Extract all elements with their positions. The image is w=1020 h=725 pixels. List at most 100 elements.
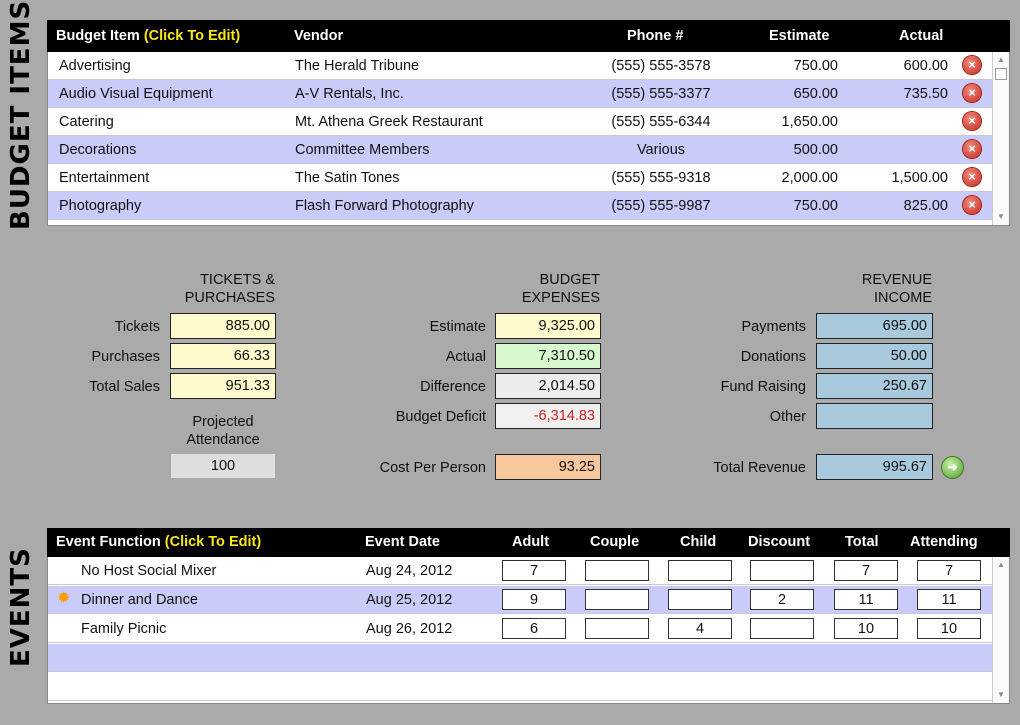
budget-item-name: Decorations xyxy=(59,142,137,158)
actual-field[interactable]: 7,310.50 xyxy=(495,343,601,369)
event-couple-field[interactable] xyxy=(585,589,649,610)
expenses-heading: BUDGET EXPENSES xyxy=(521,272,600,306)
budget-estimate: 1,650.00 xyxy=(781,114,838,130)
event-function-name: No Host Social Mixer xyxy=(81,563,217,579)
donations-field[interactable]: 50.00 xyxy=(816,343,933,369)
budget-items-panel: Budget Item (Click To Edit) Vendor Phone… xyxy=(47,20,1010,226)
other-field[interactable] xyxy=(816,403,933,429)
scroll-down-icon[interactable]: ▼ xyxy=(993,211,1009,223)
event-total-field[interactable]: 7 xyxy=(834,560,898,581)
budget-estimate: 750.00 xyxy=(793,198,838,214)
event-adult-field[interactable]: 7 xyxy=(502,560,566,581)
budget-row[interactable]: Photography Flash Forward Photography (555… xyxy=(48,192,992,220)
actual-header: Actual xyxy=(899,28,944,44)
purchases-field[interactable]: 66.33 xyxy=(170,343,276,369)
event-total-field[interactable]: 10 xyxy=(834,618,898,639)
budget-header: Budget Item (Click To Edit) Vendor Phone… xyxy=(47,20,1010,52)
click-to-edit-hint: (Click To Edit) xyxy=(143,28,241,44)
event-date: Aug 24, 2012 xyxy=(366,563,453,579)
purchases-label: Purchases xyxy=(91,349,160,365)
event-adult-field[interactable]: 9 xyxy=(502,589,566,610)
budget-row[interactable]: Audio Visual Equipment A-V Rentals, Inc. (… xyxy=(48,80,992,108)
events-scrollbar[interactable]: ▲ ▼ xyxy=(992,557,1009,703)
budget-items-list: Advertising The Herald Tribune (555) 555-3… xyxy=(47,52,1010,226)
budget-vendor: Flash Forward Photography xyxy=(295,198,474,214)
budget-row[interactable]: Entertainment The Satin Tones (555) 555-93… xyxy=(48,164,992,192)
event-attending-field[interactable]: 11 xyxy=(917,589,981,610)
event-attending-field[interactable]: 10 xyxy=(917,618,981,639)
budget-phone: (555) 555-9318 xyxy=(611,170,711,186)
scroll-thumb[interactable] xyxy=(995,68,1007,80)
event-child-field[interactable]: 4 xyxy=(668,618,732,639)
scroll-up-icon[interactable]: ▲ xyxy=(993,54,1009,66)
budget-phone: (555) 555-9987 xyxy=(611,198,711,214)
vendor-header: Vendor xyxy=(294,28,344,44)
delete-circle-icon[interactable]: × xyxy=(963,168,981,186)
event-date-header: Event Date xyxy=(365,534,440,550)
event-function-name: Family Picnic xyxy=(81,621,167,637)
total-sales-label: Total Sales xyxy=(89,379,160,395)
event-attending-field[interactable]: 7 xyxy=(917,560,981,581)
delete-circle-icon[interactable]: × xyxy=(963,140,981,158)
budget-deficit-field[interactable]: -6,314.83 xyxy=(495,403,601,429)
budget-estimate: 650.00 xyxy=(793,86,838,102)
budget-items-label: BUDGET ITEMS xyxy=(6,0,36,230)
empty-row[interactable] xyxy=(48,673,992,701)
estimate-label: Estimate xyxy=(429,319,486,335)
budget-row[interactable]: Catering Mt. Athena Greek Restaurant (555)… xyxy=(48,108,992,136)
total-sales-field[interactable]: 951.33 xyxy=(170,373,276,399)
budget-scrollbar[interactable]: ▲ ▼ xyxy=(992,52,1009,225)
difference-field[interactable]: 2,014.50 xyxy=(495,373,601,399)
payments-field[interactable]: 695.00 xyxy=(816,313,933,339)
budget-row[interactable]: Advertising The Herald Tribune (555) 555-3… xyxy=(48,52,992,80)
cost-per-person-label: Cost Per Person xyxy=(379,460,486,476)
total-header: Total xyxy=(845,534,879,550)
empty-row[interactable] xyxy=(48,644,992,672)
fund-raising-field[interactable]: 250.67 xyxy=(816,373,933,399)
budget-actual: 735.50 xyxy=(903,86,948,102)
revenue-heading: REVENUE INCOME xyxy=(861,272,932,306)
green-arrow-icon[interactable]: ➜ xyxy=(942,457,963,478)
delete-circle-icon[interactable]: × xyxy=(963,112,981,130)
event-discount-field[interactable]: 2 xyxy=(750,589,814,610)
event-row[interactable]: Family Picnic Aug 26, 2012 6 4 10 10 xyxy=(48,615,992,643)
estimate-field[interactable]: 9,325.00 xyxy=(495,313,601,339)
phone-header: Phone # xyxy=(627,28,684,44)
scroll-down-icon[interactable]: ▼ xyxy=(993,689,1009,701)
tickets-field[interactable]: 885.00 xyxy=(170,313,276,339)
scroll-up-icon[interactable]: ▲ xyxy=(993,559,1009,571)
event-discount-field[interactable] xyxy=(750,560,814,581)
projected-attendance-field[interactable]: 100 xyxy=(170,453,276,479)
event-adult-field[interactable]: 6 xyxy=(502,618,566,639)
event-total-field[interactable]: 11 xyxy=(834,589,898,610)
attending-header: Attending xyxy=(910,534,978,550)
other-label: Other xyxy=(769,409,806,425)
projected-attendance-label: Projected Attendance xyxy=(186,414,260,448)
budget-item-header[interactable]: Budget Item (Click To Edit) xyxy=(56,28,240,44)
event-function-header[interactable]: Event Function (Click To Edit) xyxy=(56,534,261,550)
budget-phone: (555) 555-3578 xyxy=(611,58,711,74)
total-revenue-label: Total Revenue xyxy=(713,460,806,476)
cost-per-person-field[interactable]: 93.25 xyxy=(495,454,601,480)
delete-circle-icon[interactable]: × xyxy=(963,84,981,102)
event-couple-field[interactable] xyxy=(585,560,649,581)
budget-phone: (555) 555-6344 xyxy=(611,114,711,130)
child-header: Child xyxy=(680,534,717,550)
total-revenue-field[interactable]: 995.67 xyxy=(816,454,933,480)
event-row[interactable]: No Host Social Mixer Aug 24, 2012 7 7 7 xyxy=(48,557,992,585)
event-child-field[interactable] xyxy=(668,589,732,610)
difference-label: Difference xyxy=(420,379,486,395)
payments-label: Payments xyxy=(741,319,806,335)
delete-circle-icon[interactable]: × xyxy=(963,56,981,74)
budget-row[interactable]: Decorations Committee Members Various 500.0… xyxy=(48,136,992,164)
event-discount-field[interactable] xyxy=(750,618,814,639)
budget-actual: 825.00 xyxy=(903,198,948,214)
adult-header: Adult xyxy=(512,534,550,550)
budget-estimate: 2,000.00 xyxy=(781,170,838,186)
delete-circle-icon[interactable]: × xyxy=(963,196,981,214)
event-row[interactable]: ✹ Dinner and Dance Aug 25, 2012 9 2 11 11 xyxy=(48,586,992,614)
budget-actual: 600.00 xyxy=(903,58,948,74)
event-date: Aug 26, 2012 xyxy=(366,621,453,637)
event-couple-field[interactable] xyxy=(585,618,649,639)
event-child-field[interactable] xyxy=(668,560,732,581)
